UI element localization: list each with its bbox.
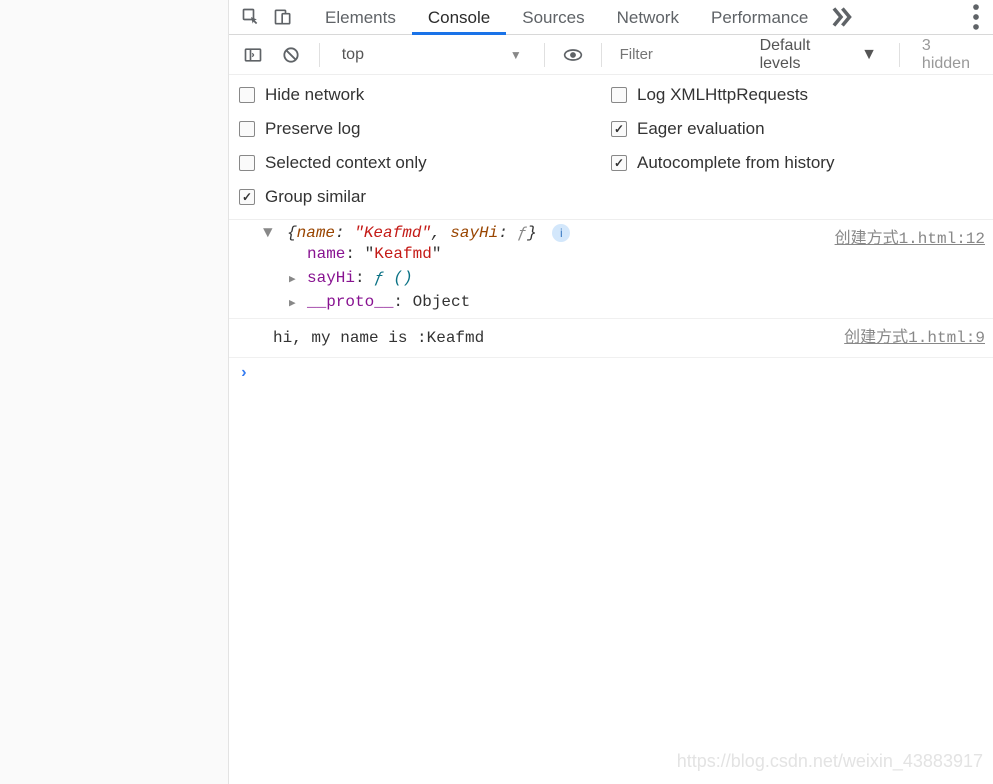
checkbox-hide-network[interactable]: Hide network [239, 85, 611, 105]
dropdown-triangle-icon: ▼ [861, 46, 877, 64]
info-badge-icon[interactable]: i [552, 224, 570, 242]
console-toolbar: top ▼ Default levels ▼ 3 hidden [229, 35, 993, 75]
checkbox-label: Eager evaluation [637, 119, 765, 139]
tabs-overflow-icon[interactable] [824, 0, 858, 34]
checkbox-icon[interactable] [239, 155, 255, 171]
console-message-object: 创建方式1.html:12 ▼ {name: "Keafmd", sayHi: … [229, 220, 993, 319]
checkbox-selected-context[interactable]: Selected context only [239, 153, 611, 173]
property-value: Keafmd [374, 245, 432, 263]
filter-input[interactable] [614, 41, 744, 69]
checkbox-log-xhr[interactable]: Log XMLHttpRequests [611, 85, 983, 105]
checkbox-icon[interactable] [611, 87, 627, 103]
object-property-row[interactable]: ▶ sayHi: ƒ () [307, 266, 993, 290]
console-output: 创建方式1.html:12 ▼ {name: "Keafmd", sayHi: … [229, 220, 993, 784]
checkbox-eager-evaluation[interactable]: Eager evaluation [611, 119, 983, 139]
object-property-row[interactable]: name: "Keafmd" [307, 242, 993, 266]
log-levels-selector[interactable]: Default levels ▼ [750, 37, 887, 73]
function-icon: ƒ [517, 224, 527, 242]
checkbox-icon[interactable] [239, 189, 255, 205]
property-value: Object [413, 293, 471, 311]
checkbox-icon[interactable] [611, 155, 627, 171]
devtools-tabbar: Elements Console Sources Network Perform… [229, 0, 993, 35]
console-message-text: 创建方式1.html:9 hi, my name is :Keafmd [229, 319, 993, 358]
checkbox-autocomplete-history[interactable]: Autocomplete from history [611, 153, 983, 173]
property-value: ƒ () [374, 269, 412, 287]
checkbox-label: Group similar [265, 187, 366, 207]
toggle-sidebar-icon[interactable] [237, 39, 269, 71]
console-prompt[interactable]: › [229, 358, 993, 388]
console-settings: Hide network Log XMLHttpRequests Preserv… [229, 75, 993, 220]
checkbox-label: Hide network [265, 85, 364, 105]
checkbox-label: Preserve log [265, 119, 360, 139]
dropdown-triangle-icon: ▼ [510, 48, 522, 62]
disclosure-triangle-icon[interactable]: ▼ [263, 224, 273, 242]
property-key: name [307, 245, 345, 263]
live-expression-icon[interactable] [557, 39, 589, 71]
disclosure-triangle-icon[interactable]: ▶ [289, 292, 296, 316]
object-key: sayHi [450, 224, 498, 242]
tab-performance[interactable]: Performance [695, 0, 824, 35]
property-key: __proto__ [307, 293, 393, 311]
source-link[interactable]: 创建方式1.html:9 [844, 323, 985, 347]
context-selector[interactable]: top ▼ [332, 40, 532, 70]
context-label: top [342, 46, 364, 64]
checkbox-icon[interactable] [239, 121, 255, 137]
checkbox-label: Selected context only [265, 153, 427, 173]
clear-console-icon[interactable] [275, 39, 307, 71]
tab-elements[interactable]: Elements [309, 0, 412, 35]
disclosure-triangle-icon[interactable]: ▶ [289, 268, 296, 292]
page-gutter [0, 0, 229, 784]
toggle-device-icon[interactable] [267, 1, 299, 33]
object-key: name [297, 224, 335, 242]
checkbox-preserve-log[interactable]: Preserve log [239, 119, 611, 139]
checkbox-group-similar[interactable]: Group similar [239, 187, 611, 207]
object-properties: name: "Keafmd" ▶ sayHi: ƒ () ▶ __proto__… [237, 242, 993, 314]
property-key: sayHi [307, 269, 355, 287]
hidden-messages-count[interactable]: 3 hidden [912, 37, 993, 73]
object-value: "Keafmd" [354, 224, 431, 242]
prompt-chevron-icon: › [239, 364, 249, 382]
checkbox-icon[interactable] [239, 87, 255, 103]
checkbox-icon[interactable] [611, 121, 627, 137]
checkbox-label: Autocomplete from history [637, 153, 834, 173]
devtools-menu-icon[interactable] [959, 0, 993, 34]
tab-console[interactable]: Console [412, 0, 506, 35]
devtools-panel: Elements Console Sources Network Perform… [229, 0, 993, 784]
levels-label: Default levels [760, 37, 856, 73]
inspect-element-icon[interactable] [235, 1, 267, 33]
checkbox-label: Log XMLHttpRequests [637, 85, 808, 105]
object-property-row[interactable]: ▶ __proto__: Object [307, 290, 993, 314]
tab-sources[interactable]: Sources [506, 0, 600, 35]
tab-network[interactable]: Network [601, 0, 695, 35]
